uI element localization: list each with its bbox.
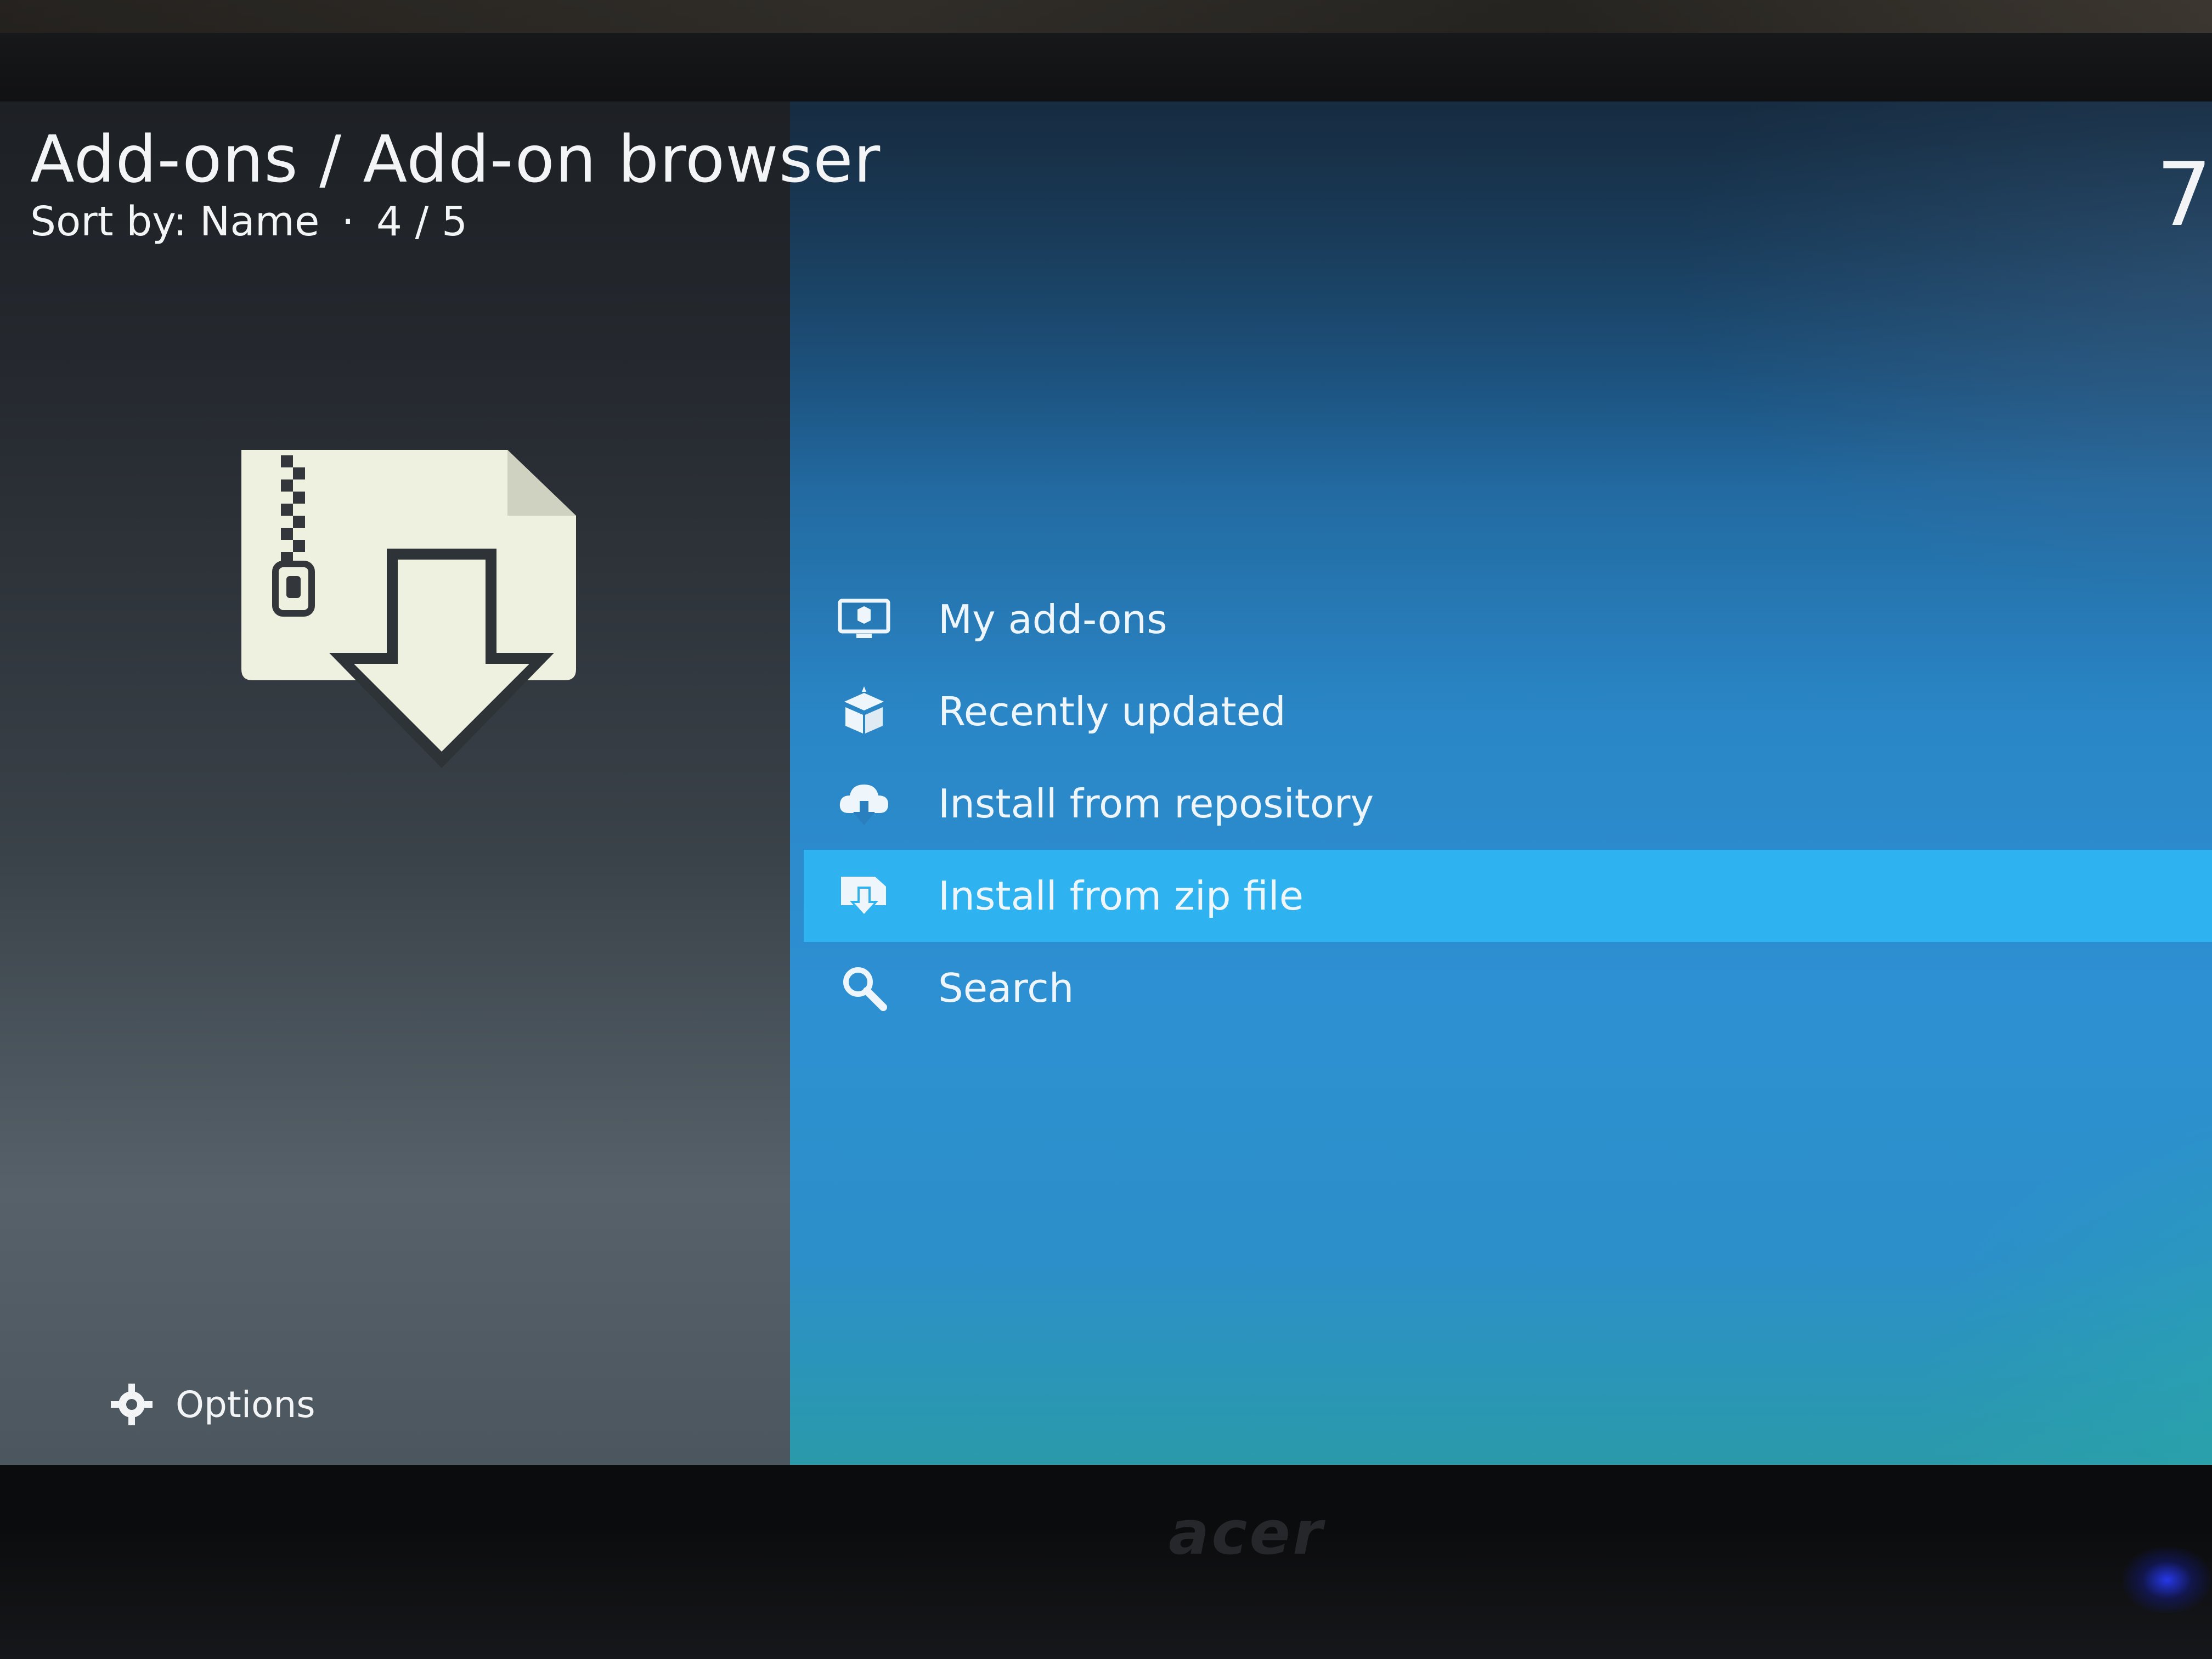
zip-download-icon (834, 866, 894, 926)
separator-dot: · (341, 198, 354, 245)
menu-item-install-from-zip-file[interactable]: Install from zip file (804, 850, 2212, 942)
cloud-download-icon (834, 774, 894, 834)
menu-item-recently-updated[interactable]: Recently updated (804, 665, 2212, 758)
sort-label: Sort by: Name (30, 198, 320, 245)
menu-item-my-addons[interactable]: My add-ons (804, 573, 2212, 665)
menu-item-install-from-repository[interactable]: Install from repository (804, 758, 2212, 850)
menu-item-label: Install from zip file (938, 873, 1304, 919)
sort-info[interactable]: Sort by: Name · 4 / 5 (30, 197, 853, 246)
monitor-bezel: Options Add-ons / Add-on browser Sort by… (0, 0, 2212, 1659)
monitor-box-icon (834, 589, 894, 650)
power-led (2123, 1547, 2211, 1613)
page-title: Add-ons / Add-on browser (30, 121, 881, 197)
open-box-icon (834, 681, 894, 742)
options-button[interactable]: Options (110, 1383, 315, 1426)
panel-shade (790, 101, 2212, 486)
page-header: Add-ons / Add-on browser Sort by: Name · 4… (30, 118, 881, 246)
menu-item-label: Install from repository (938, 781, 1374, 827)
options-label: Options (176, 1383, 315, 1426)
item-position: 4 / 5 (376, 198, 468, 245)
zip-file-download-icon (241, 450, 576, 768)
background-glare (0, 0, 2212, 33)
menu-item-label: Recently updated (938, 689, 1286, 735)
clock-partial: 7 (2156, 143, 2212, 246)
addon-menu: My add-ons Recently updated Install from… (804, 573, 2212, 1034)
menu-item-label: Search (938, 965, 1074, 1011)
monitor-brand-logo: acer (1169, 1498, 1325, 1568)
options-gear-icon (111, 1384, 153, 1425)
menu-item-label: My add-ons (938, 596, 1167, 642)
search-icon (834, 958, 894, 1018)
kodi-screen: Options Add-ons / Add-on browser Sort by… (0, 101, 2212, 1465)
menu-item-search[interactable]: Search (804, 942, 2212, 1034)
info-panel: Options (0, 101, 812, 1465)
